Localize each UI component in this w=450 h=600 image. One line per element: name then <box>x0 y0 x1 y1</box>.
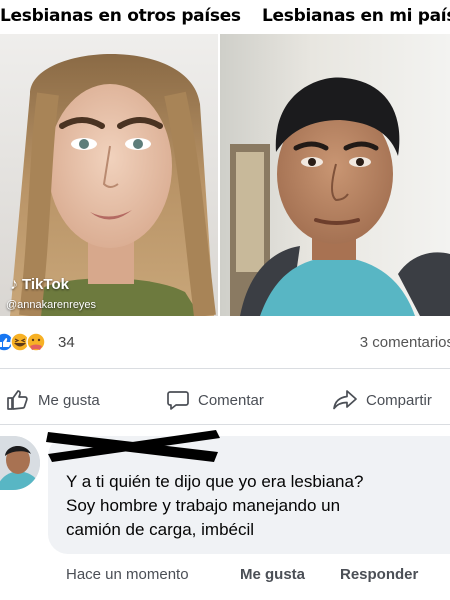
comment-reply-link[interactable]: Responder <box>340 566 418 583</box>
tiktok-logo-icon: ♪ <box>10 276 18 293</box>
reaction-count[interactable]: 34 <box>58 334 75 351</box>
commenter-avatar[interactable] <box>0 436 40 490</box>
share-button[interactable]: Compartir <box>332 388 432 412</box>
comment-button[interactable]: Comentar <box>166 388 264 412</box>
photo-right <box>220 34 450 316</box>
comment-timestamp[interactable]: Hace un momento <box>66 566 189 583</box>
redaction-mark <box>46 430 220 462</box>
action-bar: Me gusta Comentar Compartir <box>0 378 450 422</box>
comment-label: Comentar <box>198 391 264 409</box>
comment-text: Y a ti quién te dijo que yo era lesbiana… <box>66 470 446 542</box>
comments-count[interactable]: 3 comentarios <box>360 334 450 351</box>
reaction-icons[interactable] <box>0 332 54 352</box>
comment-line-1: Y a ti quién te dijo que yo era lesbiana… <box>66 472 364 491</box>
speech-bubble-icon <box>167 391 189 410</box>
tiktok-watermark: ♪ TikTok <box>10 276 69 294</box>
comment-like-link[interactable]: Me gusta <box>240 566 305 583</box>
comment-line-3: camión de carga, imbécil <box>66 520 255 539</box>
like-button[interactable]: Me gusta <box>6 388 100 412</box>
thumbs-up-icon <box>7 390 28 410</box>
divider-top <box>0 368 450 369</box>
caption-right: Lesbianas en mi país <box>262 6 450 26</box>
care-reaction-icon <box>26 332 46 352</box>
tiktok-handle: @annakarenreyes <box>6 299 97 311</box>
like-label: Me gusta <box>38 391 100 409</box>
share-arrow-icon <box>333 390 357 410</box>
comment-line-2: Soy hombre y trabajo manejando un <box>66 496 341 515</box>
reactions-row: 34 3 comentarios <box>0 328 450 358</box>
meme-image[interactable]: Lesbianas en otros países Lesbianas en m… <box>0 0 450 316</box>
tiktok-brand: TikTok <box>22 276 69 293</box>
share-label: Compartir <box>366 391 432 409</box>
photo-left <box>0 34 218 316</box>
caption-left: Lesbianas en otros países <box>0 6 241 26</box>
